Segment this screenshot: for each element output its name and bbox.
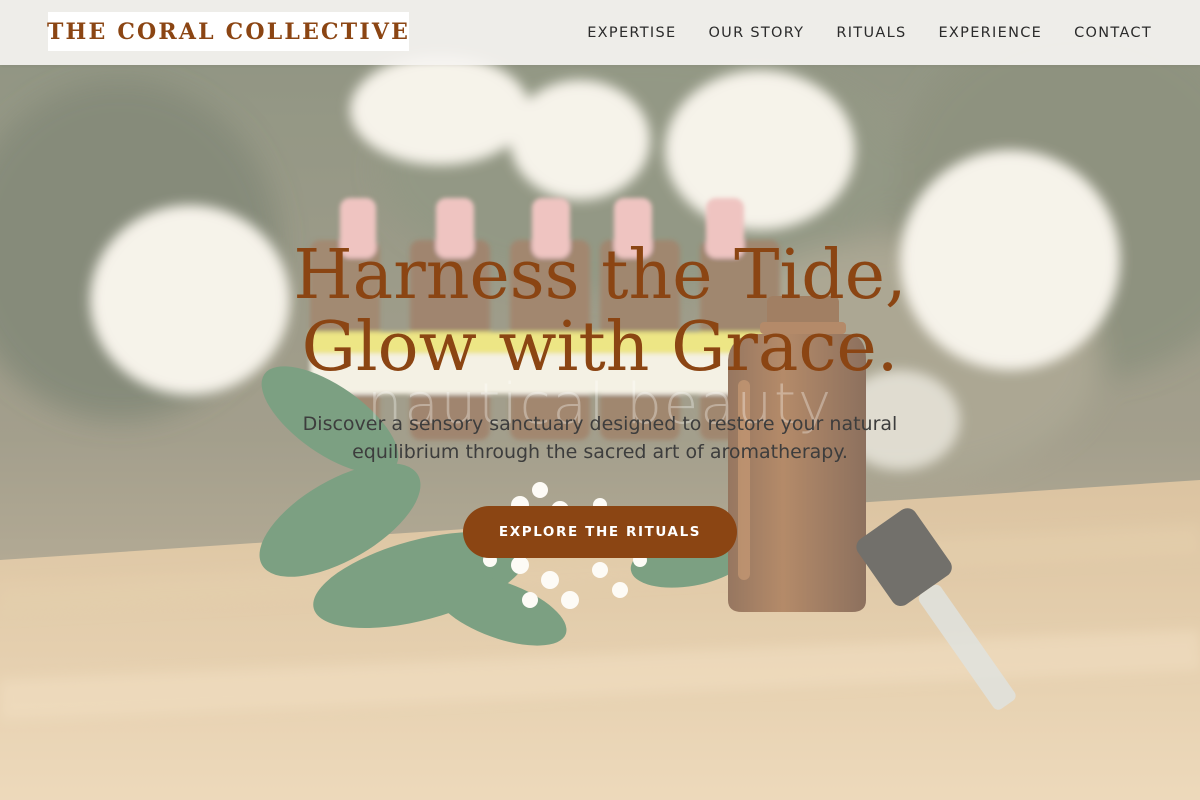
nav-link-contact[interactable]: CONTACT [1074,25,1152,41]
hero-headline-line-2: Glow with Grace. [301,308,899,387]
hero-headline-line-1: Harness the Tide, [293,236,907,315]
page: THE CORAL COLLECTIVE EXPERTISE OUR STORY… [0,0,1200,800]
top-navigation-bar: THE CORAL COLLECTIVE EXPERTISE OUR STORY… [0,0,1200,65]
nav-item-experience: EXPERIENCE [938,24,1042,42]
hero-subtext: Discover a sensory sanctuary designed to… [302,413,898,463]
explore-rituals-button[interactable]: EXPLORE THE RITUALS [463,506,737,558]
nav-item-expertise: EXPERTISE [587,24,676,42]
nav-link-rituals[interactable]: RITUALS [836,25,906,41]
nav-menu: EXPERTISE OUR STORY RITUALS EXPERIENCE C… [587,0,1152,65]
nav-item-contact: CONTACT [1074,24,1152,42]
nav-item-rituals: RITUALS [836,24,906,42]
brand-logo[interactable]: THE CORAL COLLECTIVE [46,12,411,51]
nav-link-experience[interactable]: EXPERIENCE [938,25,1042,41]
hero-section: nautical beauty Harness the Tide, Glow w… [0,0,1200,800]
nav-link-expertise[interactable]: EXPERTISE [587,25,676,41]
nav-link-our-story[interactable]: OUR STORY [708,25,804,41]
nav-item-our-story: OUR STORY [708,24,804,42]
hero-headline: Harness the Tide, Glow with Grace. [0,240,1200,384]
brand-logo-text: THE CORAL COLLECTIVE [46,18,411,45]
